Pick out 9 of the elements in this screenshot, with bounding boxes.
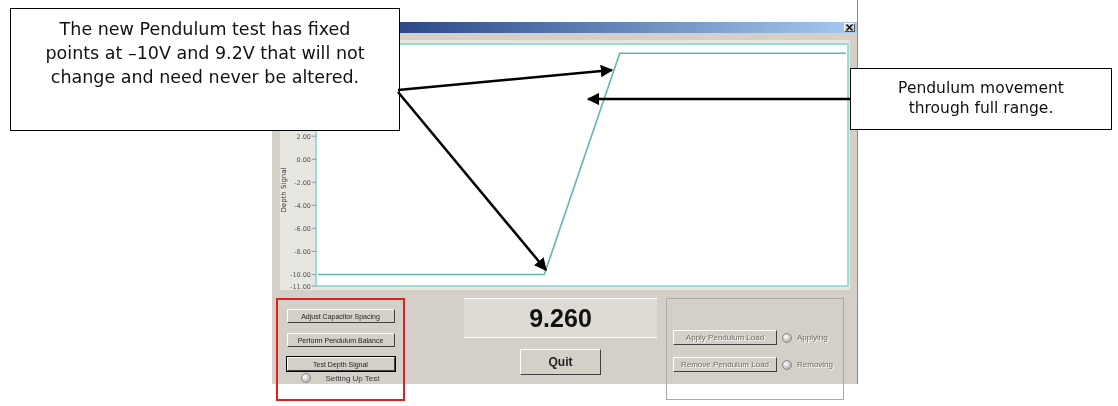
quit-button[interactable]: Quit	[520, 349, 601, 375]
callout-box: Pendulum movement through full range.	[850, 68, 1112, 130]
close-button[interactable]	[844, 23, 855, 32]
status-label: Setting Up Test	[325, 373, 380, 383]
status-label: Applying	[797, 333, 828, 342]
close-icon	[846, 24, 853, 31]
callout-box: The new Pendulum test has fixed points at –10V and 9.2V that will not change and need never be altered.	[10, 8, 400, 131]
reading-display: 9.260	[464, 298, 657, 338]
status-label: Removing	[797, 360, 833, 369]
